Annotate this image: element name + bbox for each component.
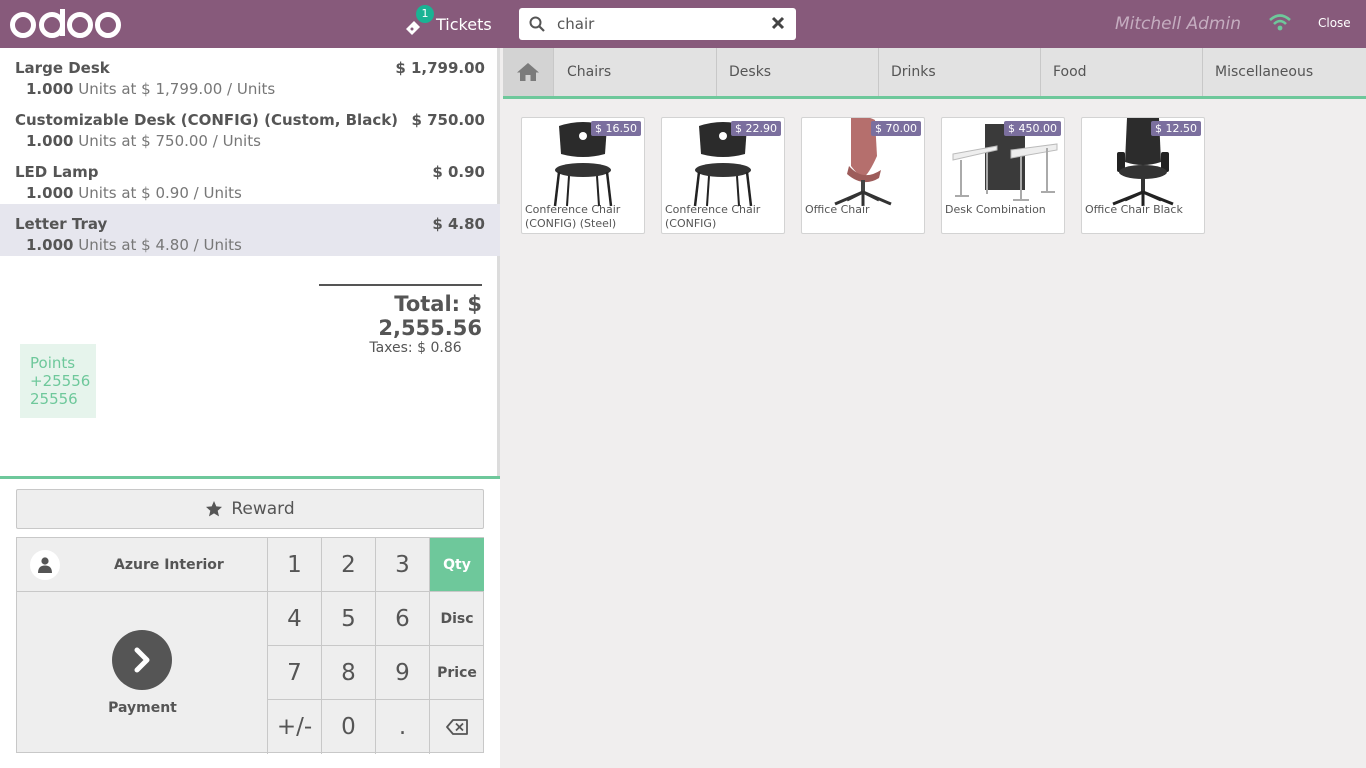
order-line-info: 1.000 Units at $ 750.00 / Units <box>26 132 261 150</box>
product-card[interactable]: $ 16.50 Conference Chair (CONFIG) (Steel… <box>521 117 645 234</box>
reward-label: Reward <box>231 499 295 519</box>
mode-qty-button[interactable]: Qty <box>430 538 484 592</box>
product-price-tag: $ 16.50 <box>591 121 641 136</box>
order-line[interactable]: LED Lamp $ 0.90 1.000 Units at $ 0.90 / … <box>0 152 500 204</box>
order-line-price: $ 750.00 <box>411 111 485 129</box>
order-line-name: LED Lamp <box>15 163 99 181</box>
category-chairs[interactable]: Chairs <box>555 48 717 96</box>
payment-button[interactable]: Payment <box>17 592 268 754</box>
ticket-icon: 1 <box>404 5 434 35</box>
product-card[interactable]: $ 450.00 Desk Combination <box>941 117 1065 234</box>
chevron-right-icon <box>112 630 172 690</box>
order-line-info: 1.000 Units at $ 4.80 / Units <box>26 236 242 254</box>
category-bar: Chairs Desks Drinks Food Miscellaneous <box>503 48 1366 99</box>
loyalty-points: Points +25556 25556 <box>20 344 96 418</box>
numpad-key-6[interactable]: 6 <box>376 592 430 646</box>
mode-disc-button[interactable]: Disc <box>430 592 484 646</box>
user-name: Mitchell Admin <box>1115 14 1241 34</box>
category-miscellaneous[interactable]: Miscellaneous <box>1203 48 1366 96</box>
product-card[interactable]: $ 22.90 Conference Chair (CONFIG) (Alumi… <box>661 117 785 234</box>
product-price-tag: $ 450.00 <box>1004 121 1061 136</box>
tickets-label: Tickets <box>436 14 492 34</box>
customer-name: Azure Interior <box>114 556 224 573</box>
odoo-logo <box>10 6 122 42</box>
numpad-key-3[interactable]: 3 <box>376 538 430 592</box>
control-panel: Reward Azure Interior Payment 1 2 3 Qty … <box>0 476 500 768</box>
mode-price-button[interactable]: Price <box>430 646 484 700</box>
numpad-key-9[interactable]: 9 <box>376 646 430 700</box>
points-total: 25556 <box>30 390 78 408</box>
order-line-qty: 1.000 <box>26 236 74 254</box>
numpad-area: Azure Interior Payment 1 2 3 Qty 4 5 6 D… <box>16 537 484 754</box>
product-name: Office Chair Black <box>1085 203 1183 216</box>
category-food[interactable]: Food <box>1041 48 1203 96</box>
order-line[interactable]: Large Desk $ 1,799.00 1.000 Units at $ 1… <box>0 48 500 100</box>
wifi-icon <box>1269 14 1291 31</box>
reward-button[interactable]: Reward <box>16 489 484 529</box>
order-line-price: $ 1,799.00 <box>395 59 485 77</box>
user-icon <box>30 549 60 580</box>
product-search <box>519 8 796 40</box>
product-price-tag: $ 70.00 <box>871 121 921 136</box>
order-line-name: Customizable Desk (CONFIG) (Custom, Blac… <box>15 111 399 129</box>
product-price-tag: $ 12.50 <box>1151 121 1201 136</box>
order-line-detail: Units at $ 750.00 / Units <box>73 132 261 150</box>
product-name: Conference Chair (CONFIG) (Steel) <box>525 203 621 230</box>
order-line-qty: 1.000 <box>26 80 74 98</box>
order-panel: Large Desk $ 1,799.00 1.000 Units at $ 1… <box>0 48 500 768</box>
backspace-icon <box>446 719 468 735</box>
search-icon <box>529 16 545 32</box>
product-name: Office Chair <box>805 203 870 216</box>
close-button[interactable]: Close <box>1318 16 1351 30</box>
clear-search-icon[interactable] <box>770 15 786 31</box>
order-line-info: 1.000 Units at $ 0.90 / Units <box>26 184 242 202</box>
numpad-key-4[interactable]: 4 <box>268 592 322 646</box>
order-line-detail: Units at $ 4.80 / Units <box>73 236 242 254</box>
home-category-button[interactable] <box>503 48 554 96</box>
order-lines: Large Desk $ 1,799.00 1.000 Units at $ 1… <box>0 48 500 256</box>
search-input[interactable] <box>557 12 757 36</box>
numpad-key-2[interactable]: 2 <box>322 538 376 592</box>
numpad: 1 2 3 Qty 4 5 6 Disc 7 8 9 Price +/- 0 . <box>268 538 484 754</box>
order-line-detail: Units at $ 1,799.00 / Units <box>73 80 276 98</box>
product-card[interactable]: $ 12.50 Office Chair Black <box>1081 117 1205 234</box>
customer-button[interactable]: Azure Interior <box>17 538 268 592</box>
order-line-qty: 1.000 <box>26 132 74 150</box>
home-icon <box>517 63 539 81</box>
order-line-price: $ 4.80 <box>432 215 485 233</box>
order-line-detail: Units at $ 0.90 / Units <box>73 184 242 202</box>
numpad-key-0[interactable]: 0 <box>322 700 376 754</box>
products-panel: Chairs Desks Drinks Food Miscellaneous $… <box>503 48 1366 768</box>
header: 1 Tickets Mitchell Admin Close <box>0 0 1366 48</box>
category-drinks[interactable]: Drinks <box>879 48 1041 96</box>
backspace-button[interactable] <box>430 700 484 754</box>
tickets-count-badge: 1 <box>416 5 434 23</box>
points-won: +25556 <box>30 372 91 390</box>
order-line[interactable]: Customizable Desk (CONFIG) (Custom, Blac… <box>0 100 500 152</box>
category-desks[interactable]: Desks <box>717 48 879 96</box>
product-price-tag: $ 22.90 <box>731 121 781 136</box>
tickets-button[interactable]: 1 Tickets <box>404 5 492 38</box>
numpad-key-5[interactable]: 5 <box>322 592 376 646</box>
points-label: Points <box>30 354 76 372</box>
order-line-name: Large Desk <box>15 59 110 77</box>
numpad-key-8[interactable]: 8 <box>322 646 376 700</box>
order-line-qty: 1.000 <box>26 184 74 202</box>
order-total: Total: $ 2,555.56 <box>378 292 482 340</box>
order-summary: Total: $ 2,555.56 Taxes: $ 0.86 <box>319 284 482 356</box>
product-name: Conference Chair (CONFIG) (Aluminium) <box>665 203 761 233</box>
numpad-key-plusminus[interactable]: +/- <box>268 700 322 754</box>
payment-label: Payment <box>108 700 177 716</box>
numpad-key-7[interactable]: 7 <box>268 646 322 700</box>
product-name: Desk Combination <box>945 203 1046 216</box>
order-line-selected[interactable]: Letter Tray $ 4.80 1.000 Units at $ 4.80… <box>0 204 500 256</box>
order-taxes: Taxes: $ 0.86 <box>369 340 462 356</box>
product-card[interactable]: $ 70.00 Office Chair <box>801 117 925 234</box>
order-line-info: 1.000 Units at $ 1,799.00 / Units <box>26 80 275 98</box>
order-line-name: Letter Tray <box>15 215 108 233</box>
numpad-key-1[interactable]: 1 <box>268 538 322 592</box>
order-line-price: $ 0.90 <box>432 163 485 181</box>
numpad-key-dot[interactable]: . <box>376 700 430 754</box>
star-icon <box>206 501 223 517</box>
